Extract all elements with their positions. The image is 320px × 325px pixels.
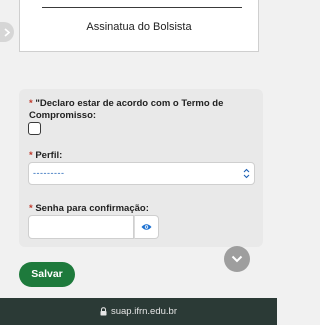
required-mark: *	[29, 150, 33, 161]
chevron-down-icon	[231, 255, 243, 263]
browser-url-bar[interactable]: suap.ifrn.edu.br	[0, 298, 277, 325]
perfil-select[interactable]: ---------	[28, 162, 255, 185]
updown-arrows-icon	[243, 168, 250, 179]
perfil-text: Perfil:	[35, 150, 63, 161]
chevron-right-icon	[4, 27, 10, 37]
scroll-down-button[interactable]	[224, 246, 250, 272]
signature-label: Assinatua do Bolsista	[86, 21, 192, 33]
toggle-password-visibility-button[interactable]	[134, 215, 159, 239]
required-mark: *	[29, 203, 33, 214]
form-card: * "Declaro estar de acordo com o Termo d…	[19, 89, 263, 247]
url-text: suap.ifrn.edu.br	[110, 306, 177, 317]
side-panel-toggle[interactable]	[0, 22, 14, 42]
declaration-label: * "Declaro estar de acordo com o Termo d…	[29, 98, 249, 122]
senha-label: * Senha para confirmação:	[29, 203, 149, 215]
eye-icon	[141, 224, 152, 230]
password-input[interactable]	[28, 215, 134, 239]
senha-text: Senha para confirmação:	[35, 203, 149, 214]
declaration-checkbox[interactable]	[28, 122, 41, 135]
lock-icon	[100, 307, 107, 316]
perfil-selected-value: ---------	[33, 168, 65, 178]
declaration-text: "Declaro estar de acordo com o Termo de …	[29, 98, 224, 121]
required-mark: *	[29, 98, 33, 109]
save-button[interactable]: Salvar	[19, 262, 75, 287]
signature-box: Assinatua do Bolsista	[19, 0, 259, 52]
signature-line	[42, 7, 242, 8]
perfil-label: * Perfil:	[29, 150, 62, 162]
